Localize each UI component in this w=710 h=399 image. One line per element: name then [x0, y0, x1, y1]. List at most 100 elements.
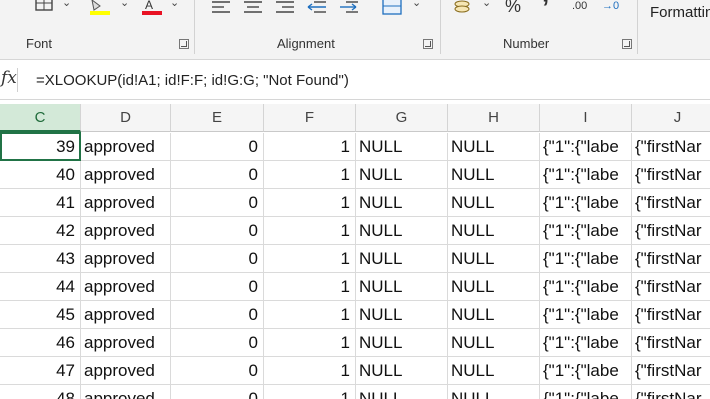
column-header-d[interactable]: D — [81, 104, 171, 132]
accounting-format-icon[interactable] — [452, 0, 476, 16]
cell-j-row-7[interactable]: {"firstNar — [632, 329, 710, 357]
merge-center-dropdown-icon[interactable]: ⌄ — [412, 0, 421, 9]
cell-e-row-4[interactable]: 0 — [171, 245, 264, 273]
decrease-decimal-icon[interactable]: .00 — [572, 0, 587, 12]
cell-d-row-0[interactable]: approved — [81, 133, 171, 161]
cell-c-row-1[interactable]: 40 — [0, 161, 81, 189]
cell-c-row-6[interactable]: 45 — [0, 301, 81, 329]
cell-i-row-7[interactable]: {"1":{"labe — [540, 329, 632, 357]
cell-c-row-9[interactable]: 48 — [0, 385, 81, 399]
cell-e-row-0[interactable]: 0 — [171, 133, 264, 161]
increase-indent-icon[interactable] — [338, 0, 360, 16]
cell-j-row-9[interactable]: {"firstNar — [632, 385, 710, 399]
cell-j-row-8[interactable]: {"firstNar — [632, 357, 710, 385]
cell-d-row-4[interactable]: approved — [81, 245, 171, 273]
cell-d-row-7[interactable]: approved — [81, 329, 171, 357]
cell-d-row-5[interactable]: approved — [81, 273, 171, 301]
borders-dropdown-icon[interactable]: ⌄ — [62, 0, 71, 9]
fill-color-icon[interactable] — [88, 0, 112, 16]
formula-input[interactable]: =XLOOKUP(id!A1; id!F:F; id!G:G; "Not Fou… — [36, 72, 349, 89]
cell-g-row-7[interactable]: NULL — [356, 329, 448, 357]
font-color-icon[interactable]: A — [140, 0, 164, 16]
cell-g-row-3[interactable]: NULL — [356, 217, 448, 245]
cell-h-row-9[interactable]: NULL — [448, 385, 540, 399]
insert-function-button[interactable]: fx — [0, 68, 18, 92]
cell-i-row-0[interactable]: {"1":{"labe — [540, 133, 632, 161]
decrease-indent-icon[interactable] — [306, 0, 328, 16]
cell-c-row-5[interactable]: 44 — [0, 273, 81, 301]
cell-i-row-5[interactable]: {"1":{"labe — [540, 273, 632, 301]
cell-f-row-9[interactable]: 1 — [264, 385, 356, 399]
cell-j-row-1[interactable]: {"firstNar — [632, 161, 710, 189]
cell-g-row-2[interactable]: NULL — [356, 189, 448, 217]
cell-e-row-8[interactable]: 0 — [171, 357, 264, 385]
cell-f-row-2[interactable]: 1 — [264, 189, 356, 217]
cell-h-row-1[interactable]: NULL — [448, 161, 540, 189]
cell-i-row-6[interactable]: {"1":{"labe — [540, 301, 632, 329]
column-header-f[interactable]: F — [264, 104, 356, 132]
align-left-icon[interactable] — [210, 0, 232, 14]
align-center-icon[interactable] — [242, 0, 264, 14]
column-header-h[interactable]: H — [448, 104, 540, 132]
cell-c-row-4[interactable]: 43 — [0, 245, 81, 273]
column-header-g[interactable]: G — [356, 104, 448, 132]
increase-decimal-icon[interactable]: →0 — [602, 0, 619, 12]
cell-i-row-9[interactable]: {"1":{"labe — [540, 385, 632, 399]
cell-h-row-7[interactable]: NULL — [448, 329, 540, 357]
align-right-icon[interactable] — [274, 0, 296, 14]
cell-i-row-1[interactable]: {"1":{"labe — [540, 161, 632, 189]
column-header-c[interactable]: C — [0, 104, 81, 132]
cell-d-row-9[interactable]: approved — [81, 385, 171, 399]
cell-i-row-8[interactable]: {"1":{"labe — [540, 357, 632, 385]
cell-d-row-8[interactable]: approved — [81, 357, 171, 385]
cell-j-row-5[interactable]: {"firstNar — [632, 273, 710, 301]
cell-e-row-2[interactable]: 0 — [171, 189, 264, 217]
column-header-i[interactable]: I — [540, 104, 632, 132]
borders-icon[interactable] — [34, 0, 54, 16]
cell-j-row-6[interactable]: {"firstNar — [632, 301, 710, 329]
cell-j-row-0[interactable]: {"firstNar — [632, 133, 710, 161]
cell-f-row-7[interactable]: 1 — [264, 329, 356, 357]
cell-c-row-7[interactable]: 46 — [0, 329, 81, 357]
cell-f-row-4[interactable]: 1 — [264, 245, 356, 273]
cell-e-row-5[interactable]: 0 — [171, 273, 264, 301]
cell-i-row-3[interactable]: {"1":{"labe — [540, 217, 632, 245]
cell-d-row-3[interactable]: approved — [81, 217, 171, 245]
cell-h-row-0[interactable]: NULL — [448, 133, 540, 161]
cell-e-row-7[interactable]: 0 — [171, 329, 264, 357]
cell-h-row-3[interactable]: NULL — [448, 217, 540, 245]
cell-h-row-5[interactable]: NULL — [448, 273, 540, 301]
cell-h-row-4[interactable]: NULL — [448, 245, 540, 273]
cell-e-row-1[interactable]: 0 — [171, 161, 264, 189]
cell-i-row-4[interactable]: {"1":{"labe — [540, 245, 632, 273]
cell-h-row-6[interactable]: NULL — [448, 301, 540, 329]
cell-d-row-6[interactable]: approved — [81, 301, 171, 329]
accounting-format-dropdown-icon[interactable]: ⌄ — [482, 0, 491, 9]
cell-h-row-8[interactable]: NULL — [448, 357, 540, 385]
cell-e-row-6[interactable]: 0 — [171, 301, 264, 329]
cell-j-row-3[interactable]: {"firstNar — [632, 217, 710, 245]
cell-e-row-9[interactable]: 0 — [171, 385, 264, 399]
cell-g-row-1[interactable]: NULL — [356, 161, 448, 189]
cell-c-row-3[interactable]: 42 — [0, 217, 81, 245]
cell-c-row-0[interactable]: 39 — [0, 133, 81, 161]
cell-f-row-3[interactable]: 1 — [264, 217, 356, 245]
number-dialog-launcher-icon[interactable] — [622, 39, 632, 49]
cell-d-row-2[interactable]: approved — [81, 189, 171, 217]
cell-j-row-4[interactable]: {"firstNar — [632, 245, 710, 273]
cell-j-row-2[interactable]: {"firstNar — [632, 189, 710, 217]
merge-center-icon[interactable] — [380, 0, 404, 18]
column-header-j[interactable]: J — [632, 104, 710, 132]
cell-c-row-2[interactable]: 41 — [0, 189, 81, 217]
cell-g-row-4[interactable]: NULL — [356, 245, 448, 273]
comma-style-icon[interactable]: ʼ — [542, 0, 549, 23]
cell-f-row-0[interactable]: 1 — [264, 133, 356, 161]
cell-f-row-6[interactable]: 1 — [264, 301, 356, 329]
cell-d-row-1[interactable]: approved — [81, 161, 171, 189]
alignment-dialog-launcher-icon[interactable] — [423, 39, 433, 49]
cell-e-row-3[interactable]: 0 — [171, 217, 264, 245]
percent-style-icon[interactable]: % — [505, 0, 521, 17]
cell-g-row-0[interactable]: NULL — [356, 133, 448, 161]
cell-i-row-2[interactable]: {"1":{"labe — [540, 189, 632, 217]
cell-g-row-5[interactable]: NULL — [356, 273, 448, 301]
